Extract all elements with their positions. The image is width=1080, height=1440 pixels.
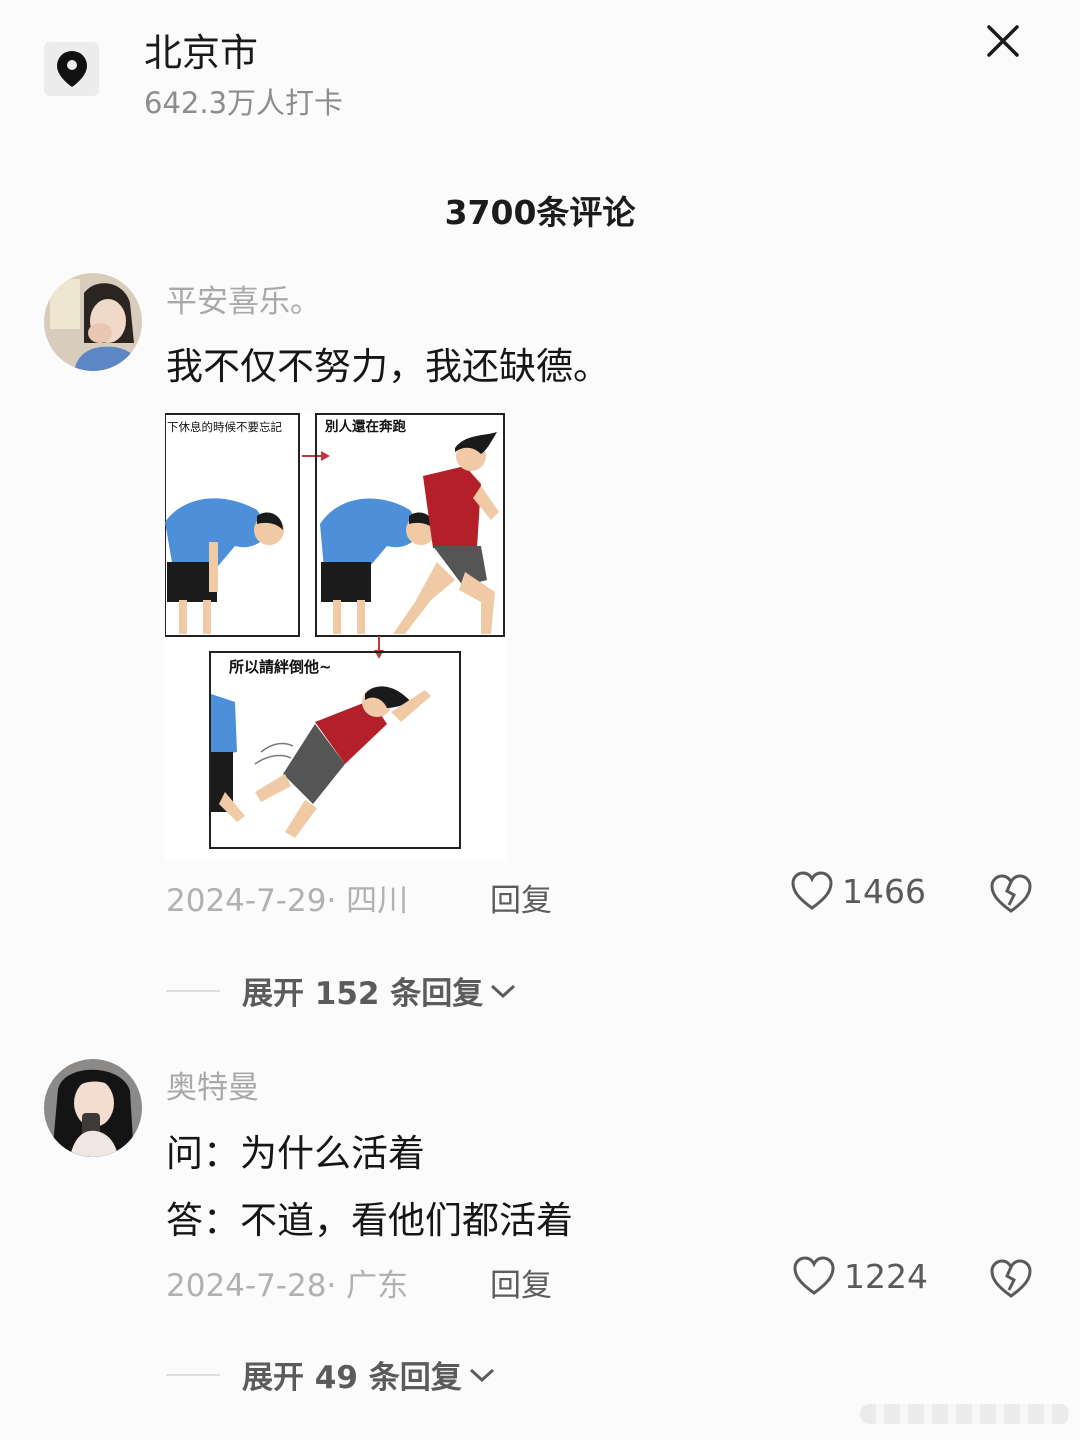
divider bbox=[166, 989, 220, 992]
like-button[interactable]: 1224 bbox=[792, 1255, 928, 1297]
broken-heart-icon[interactable] bbox=[989, 1258, 1033, 1302]
watermark bbox=[860, 1404, 1070, 1424]
avatar[interactable] bbox=[44, 273, 142, 371]
expand-replies-button[interactable]: 展开 49 条回复 bbox=[166, 1352, 498, 1397]
comment-text-line2: 答：不道，看他们都活着 bbox=[166, 1199, 573, 1242]
close-icon[interactable] bbox=[980, 18, 1026, 64]
like-button[interactable]: 1466 bbox=[790, 870, 926, 912]
panel1-caption: 下休息的時候不要忘記 bbox=[167, 420, 282, 434]
reply-button[interactable]: 回复 bbox=[490, 875, 552, 920]
heart-icon bbox=[791, 871, 833, 910]
like-count: 1224 bbox=[844, 1256, 928, 1296]
chevron-down-icon bbox=[469, 1368, 494, 1382]
comment-username[interactable]: 平安喜乐。 bbox=[166, 276, 321, 321]
expand-replies-label: 展开 49 条回复 bbox=[242, 1360, 462, 1396]
location-title[interactable]: 北京市 bbox=[144, 22, 258, 77]
expand-replies-label: 展开 152 条回复 bbox=[242, 976, 484, 1012]
panel2-caption: 別人還在奔跑 bbox=[325, 418, 406, 435]
comment-date-location: 2024-7-29· 四川 bbox=[166, 883, 409, 919]
chevron-down-icon bbox=[491, 984, 516, 998]
comment-image[interactable]: 下休息的時候不要忘記 別人還在奔跑 所以請絆倒他~ bbox=[164, 412, 506, 860]
panel3-caption: 所以請絆倒他~ bbox=[229, 658, 332, 676]
location-pin-icon[interactable] bbox=[44, 42, 99, 96]
comment-count-title: 3700条评论 bbox=[444, 193, 636, 232]
comment-text-line1: 问：为什么活着 bbox=[166, 1132, 425, 1175]
like-count: 1466 bbox=[842, 871, 926, 911]
avatar[interactable] bbox=[44, 1059, 142, 1157]
reply-button[interactable]: 回复 bbox=[490, 1260, 552, 1305]
comment-date-location: 2024-7-28· 广东 bbox=[166, 1268, 409, 1304]
comment-username[interactable]: 奥特曼 bbox=[166, 1062, 259, 1107]
broken-heart-icon[interactable] bbox=[989, 873, 1033, 917]
divider bbox=[166, 1373, 220, 1376]
expand-replies-button[interactable]: 展开 152 条回复 bbox=[166, 968, 519, 1013]
heart-icon bbox=[793, 1256, 835, 1295]
comment-text: 我不仅不努力，我还缺德。 bbox=[166, 345, 610, 388]
checkin-count: 642.3万人打卡 bbox=[144, 86, 344, 120]
